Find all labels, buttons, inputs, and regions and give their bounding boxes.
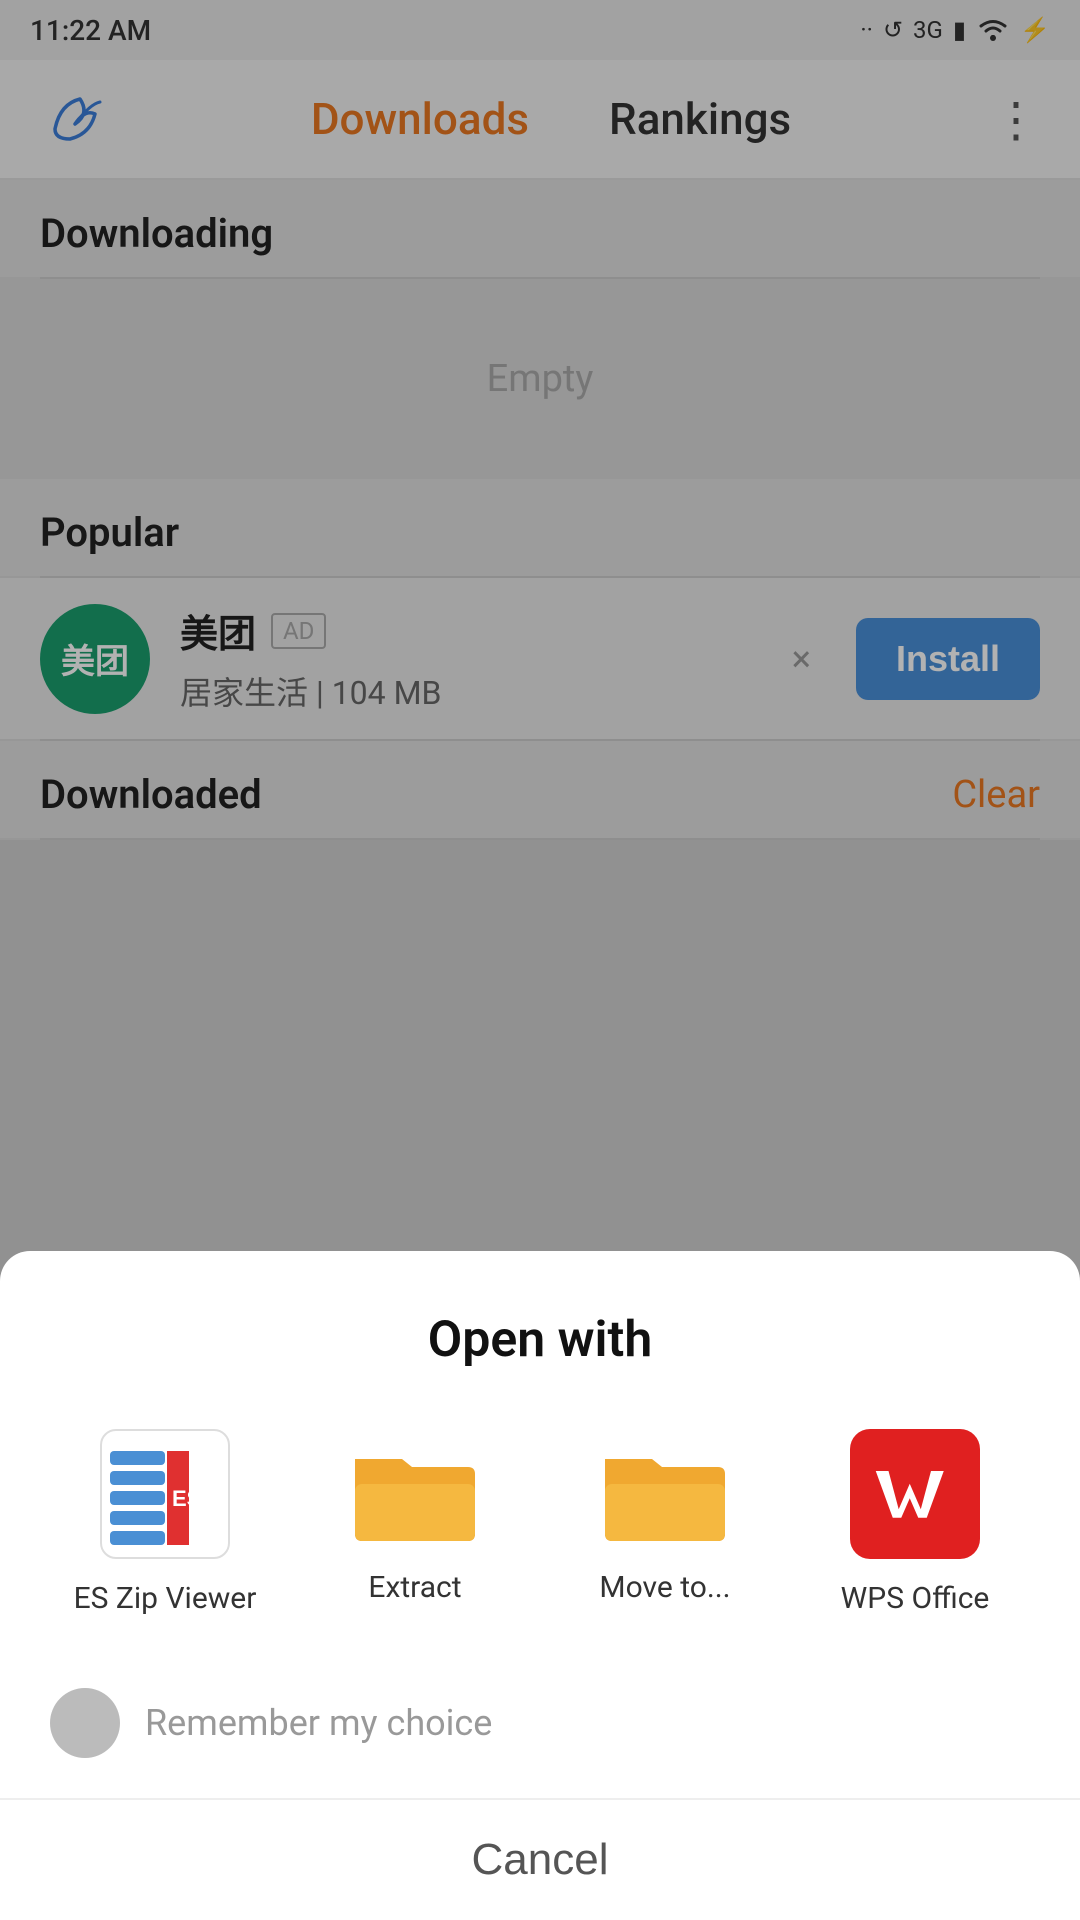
remember-text: Remember my choice [145, 1702, 492, 1744]
modal-app-move-to[interactable]: Move to... [565, 1429, 765, 1618]
modal-app-extract[interactable]: Extract [315, 1429, 515, 1618]
wps-icon [850, 1429, 980, 1559]
cancel-button[interactable]: Cancel [0, 1800, 1080, 1920]
modal-app-wps[interactable]: WPS Office [815, 1429, 1015, 1618]
es-zip-icon: ES [100, 1429, 230, 1559]
open-with-modal: Open with ES ES Zip Viewer [0, 1251, 1080, 1920]
extract-label: Extract [368, 1568, 461, 1607]
es-zip-label: ES Zip Viewer [74, 1579, 257, 1618]
remember-choice-row: Remember my choice [0, 1658, 1080, 1798]
move-to-label: Move to... [599, 1568, 730, 1607]
modal-app-es-zip[interactable]: ES ES Zip Viewer [65, 1429, 265, 1618]
wps-label: WPS Office [841, 1579, 990, 1618]
move-to-icon [600, 1429, 730, 1548]
remember-toggle[interactable] [50, 1688, 120, 1758]
extract-icon [350, 1429, 480, 1548]
modal-apps-grid: ES ES Zip Viewer Extract [0, 1409, 1080, 1658]
modal-title: Open with [0, 1251, 1080, 1409]
svg-text:ES: ES [172, 1486, 201, 1511]
